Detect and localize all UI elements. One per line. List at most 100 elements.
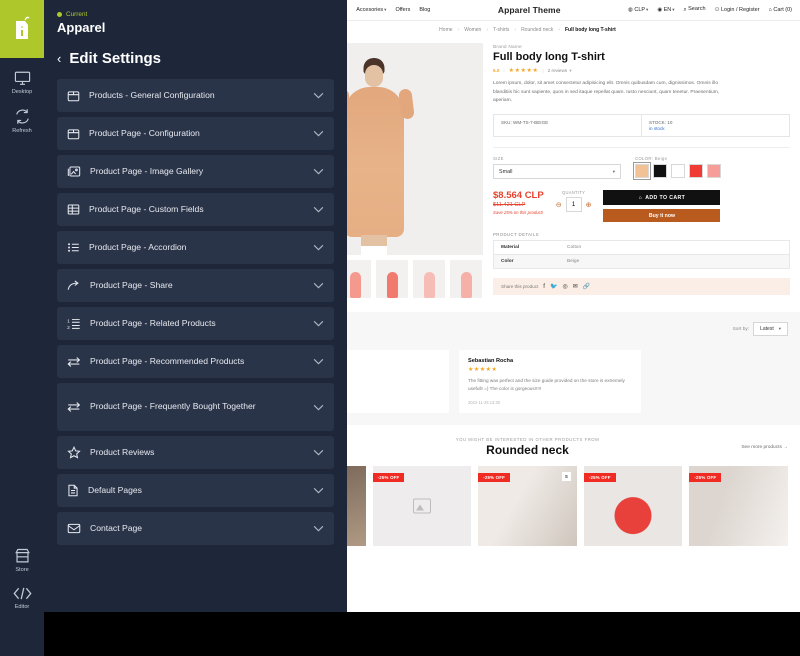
whatsapp-icon[interactable]: ◎ <box>562 283 567 290</box>
chevron-down-icon: ▾ <box>646 6 649 12</box>
color-swatch-red[interactable] <box>689 164 703 179</box>
settings-item-products-general-configuration[interactable]: Products - General Configuration <box>57 79 334 112</box>
discount-badge: -25% OFF <box>372 472 405 482</box>
settings-item-product-page-accordion[interactable]: Product Page - Accordion <box>57 231 334 264</box>
chevron-down-icon: ▾ <box>672 6 675 12</box>
settings-item-label: Product Page - Related Products <box>90 317 216 328</box>
settings-item-product-page-custom-fields[interactable]: Product Page - Custom Fields <box>57 193 334 226</box>
product-card[interactable]: -25% OFF <box>583 465 683 546</box>
price-block: $8.564 CLP $11.421 CLP Save 25% on this … <box>493 190 544 215</box>
ordered-list-icon: 1 2 <box>67 318 80 330</box>
product-card[interactable]: -25% OFF S <box>478 465 577 546</box>
link-icon[interactable]: 🔗 <box>583 283 590 290</box>
chevron-down-icon: ▾ <box>612 168 615 174</box>
quantity-label: QUANTITY <box>562 190 586 196</box>
login-register-link[interactable]: ⚇ Login / Register <box>715 7 760 14</box>
nav-item-accesories[interactable]: Accesories▾ <box>356 7 386 13</box>
settings-item-default-pages[interactable]: Default Pages <box>57 474 334 507</box>
product-card[interactable]: -25% OFF <box>689 465 788 546</box>
size-select[interactable]: Small ▾ <box>493 164 621 180</box>
sku-stock-box: SKU: WM-TS-7-BEIGE STOCK: 10 in stock <box>493 113 790 138</box>
app-logo[interactable] <box>0 0 44 58</box>
detail-value: Beige <box>567 259 580 265</box>
price-savings: Save 25% on this product! <box>493 210 544 216</box>
breadcrumb-item-rounded-neck[interactable]: Rounded neck <box>521 27 553 33</box>
breadcrumb-separator: › <box>457 27 460 33</box>
breadcrumb-separator: › <box>486 27 488 33</box>
size-selected-value: Small <box>499 168 513 175</box>
quantity-decrease-button[interactable]: ⊖ <box>556 201 562 209</box>
color-swatch-pink[interactable] <box>707 164 721 179</box>
settings-item-label: Product Page - Image Gallery <box>90 165 204 176</box>
twitter-icon[interactable]: 🐦 <box>550 283 557 290</box>
product-info: Brand Name Full body long T-shirt 5.0 | … <box>493 43 790 298</box>
editor-rail: Desktop Refresh Store Editor <box>0 0 44 656</box>
quantity-input[interactable]: 1 <box>565 197 582 213</box>
email-icon[interactable]: ✉ <box>573 283 578 290</box>
variant-selectors: SIZE Small ▾ COLOR: Beige <box>493 147 790 181</box>
color-swatch-black[interactable] <box>653 164 667 179</box>
settings-item-product-page-image-gallery[interactable]: Product Page - Image Gallery <box>57 155 334 188</box>
buy-now-button[interactable]: Buy it now <box>603 209 721 223</box>
thumbnail-5[interactable] <box>413 260 445 298</box>
review-card: Sebastian Rocha ★★★★★ The fitting was pe… <box>459 350 641 413</box>
product-card[interactable]: -25% OFF <box>372 465 472 546</box>
settings-item-product-page-configuration[interactable]: Product Page - Configuration <box>57 117 334 150</box>
current-label: Current <box>66 11 88 18</box>
product-rating: 5.0 | ★★★★★ | 2 reviews ▾ <box>493 67 790 75</box>
settings-item-contact-page[interactable]: Contact Page <box>57 512 334 545</box>
quantity-increase-button[interactable]: ⊕ <box>586 201 592 209</box>
model-head <box>365 65 383 87</box>
language-selector[interactable]: ◉ EN▾ <box>657 7 674 14</box>
reviews-link[interactable]: 2 reviews ▾ <box>548 68 572 74</box>
discount-badge: -25% OFF <box>478 472 511 482</box>
breadcrumb-item-women[interactable]: Women <box>464 27 481 33</box>
page-title: Edit Settings <box>69 50 162 67</box>
breadcrumb-item-home[interactable]: Home <box>439 27 452 33</box>
rail-item-refresh[interactable]: Refresh <box>0 95 44 134</box>
nav-item-blog[interactable]: Blog <box>419 7 430 13</box>
see-more-products-link[interactable]: See more products → <box>741 445 788 450</box>
settings-item-product-page-share[interactable]: Product Page - Share <box>57 269 334 302</box>
rail-item-editor[interactable]: Editor <box>0 573 44 610</box>
site-logo[interactable]: Apparel Theme <box>430 5 628 15</box>
settings-item-product-reviews[interactable]: Product Reviews <box>57 436 334 469</box>
cart-button[interactable]: ⌂ Cart (0) <box>769 7 792 14</box>
rail-item-desktop[interactable]: Desktop <box>0 58 44 95</box>
rail-item-store[interactable]: Store <box>0 535 44 573</box>
add-to-cart-button[interactable]: ⌂ ADD TO CART <box>603 190 721 206</box>
bag-icon: ⌂ <box>638 194 643 201</box>
settings-item-product-page-related-products[interactable]: 1 2 Product Page - Related Products <box>57 307 334 340</box>
size-chip: S <box>561 471 571 481</box>
rail-label: Editor <box>14 604 30 610</box>
currency-selector[interactable]: ◍ CLP▾ <box>628 7 648 14</box>
product-details-table: Material Cotton Color Beige <box>493 240 790 270</box>
rail-label: Store <box>15 567 29 573</box>
settings-item-product-page-frequently-bought-together[interactable]: Product Page - Frequently Bought Togethe… <box>57 383 334 431</box>
color-swatch-beige[interactable] <box>633 162 651 181</box>
color-swatch-white[interactable] <box>671 164 685 179</box>
edit-settings-panel: Current Apparel ‹ Edit Settings Products… <box>44 0 347 612</box>
rail-label: Refresh <box>12 128 32 134</box>
breadcrumb-separator: › <box>558 27 560 33</box>
detail-key: Material <box>501 245 520 251</box>
settings-item-product-page-recommended-products[interactable]: Product Page - Recommended Products <box>57 345 334 378</box>
price-current: $8.564 CLP <box>493 190 544 202</box>
facebook-icon[interactable]: f <box>543 284 545 290</box>
product-title: Full body long T-shirt <box>493 51 605 63</box>
back-button[interactable]: ‹ <box>57 51 61 66</box>
breadcrumb-item-tshirts[interactable]: T-shirts <box>493 27 509 33</box>
product-details-label: PRODUCT DETAILS <box>493 232 539 238</box>
refresh-icon <box>15 109 29 124</box>
thumbnail-6[interactable] <box>450 260 482 298</box>
search-button[interactable]: ⌕ Search <box>684 6 706 14</box>
sku-value: SKU: WM-TS-7-BEIGE <box>501 119 549 125</box>
chevron-down-icon <box>313 92 324 99</box>
box-icon <box>67 129 80 140</box>
rating-value: 5.0 <box>493 68 500 73</box>
chevron-down-icon <box>313 487 324 494</box>
thumbnail-4[interactable] <box>376 260 408 298</box>
nav-item-offers[interactable]: Offers <box>395 7 410 13</box>
discount-badge: -25% OFF <box>689 472 722 482</box>
sort-select[interactable]: Latest ▾ <box>753 322 788 336</box>
